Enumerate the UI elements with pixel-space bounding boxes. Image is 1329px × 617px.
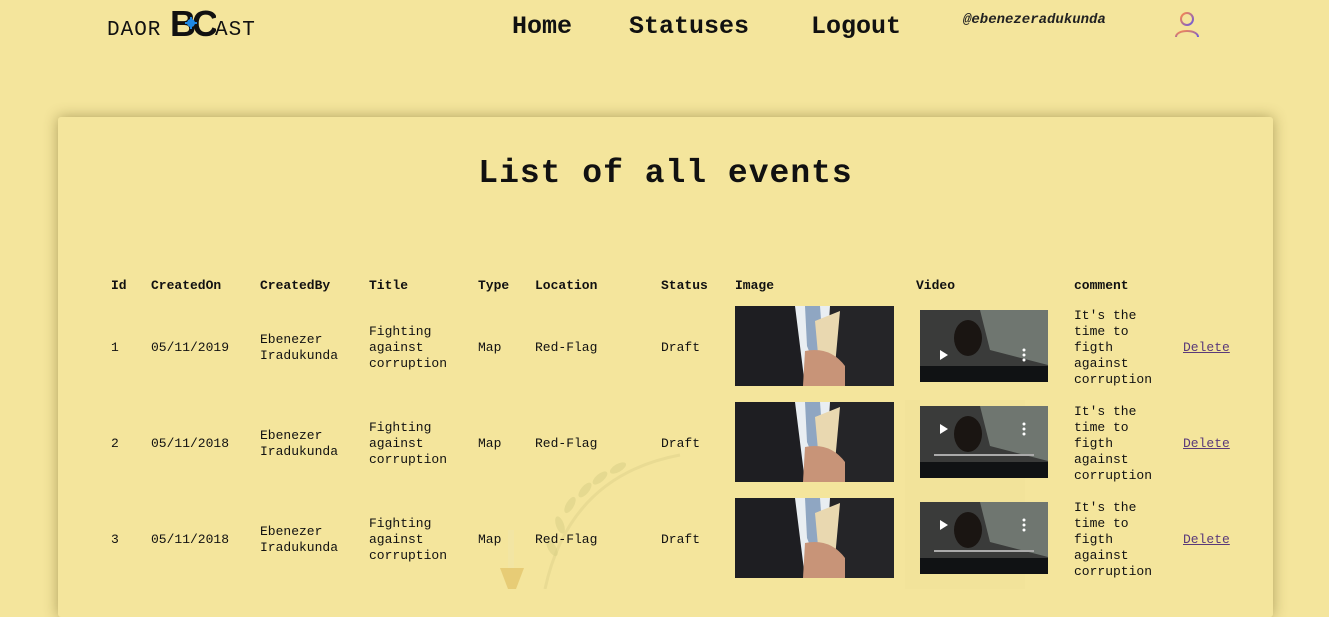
cell-created-by: Ebenezer: [260, 524, 323, 539]
cell-comment: It's the: [1074, 500, 1137, 515]
user-profile-icon[interactable]: [1174, 10, 1200, 38]
page-title: List of all events: [478, 155, 853, 192]
cell-id: 1: [111, 340, 119, 355]
cell-created-on: 05/11/2018: [151, 436, 230, 451]
cell-comment: against: [1074, 548, 1129, 563]
column-header-status: Status: [661, 278, 708, 293]
cell-comment: corruption: [1074, 372, 1153, 387]
column-header-created-by: CreatedBy: [260, 278, 331, 293]
event-video-player[interactable]: [920, 502, 1048, 574]
cell-comment: It's the: [1074, 308, 1137, 323]
cell-created-by: Iradukunda: [260, 540, 339, 555]
cell-status: Draft: [661, 532, 701, 547]
user-handle: @ebenezeradukunda: [963, 12, 1106, 28]
cell-created-on: 05/11/2019: [151, 340, 230, 355]
cell-created-on: 05/11/2018: [151, 532, 230, 547]
cell-title: corruption: [369, 548, 448, 563]
cell-comment: figth: [1074, 436, 1114, 451]
nav-home-link[interactable]: Home: [512, 12, 572, 41]
column-header-location: Location: [535, 278, 598, 293]
nav-statuses-link[interactable]: Statuses: [629, 12, 749, 41]
column-header-type: Type: [478, 278, 510, 293]
cell-comment: It's the: [1074, 404, 1137, 419]
nav-logout-link[interactable]: Logout: [811, 12, 901, 41]
cell-title: Fighting: [369, 324, 432, 339]
column-header-created-on: CreatedOn: [151, 278, 222, 293]
cell-created-by: Iradukunda: [260, 348, 339, 363]
cell-title: Fighting: [369, 516, 432, 531]
cell-type: Map: [478, 532, 502, 547]
cell-created-by: Iradukunda: [260, 444, 339, 459]
cell-comment: time to: [1074, 324, 1129, 339]
cell-location: Red-Flag: [535, 436, 598, 451]
event-image-thumbnail[interactable]: [735, 498, 894, 578]
cell-title: Fighting: [369, 420, 432, 435]
cell-title: against: [369, 436, 424, 451]
cell-id: 3: [111, 532, 119, 547]
cell-status: Draft: [661, 340, 701, 355]
cell-title: corruption: [369, 452, 448, 467]
column-header-image: Image: [735, 278, 775, 293]
brand-mark-icon: BC: [170, 5, 216, 41]
cell-comment: against: [1074, 356, 1129, 371]
column-header-comment: comment: [1074, 278, 1129, 293]
column-header-video: Video: [916, 278, 956, 293]
cell-comment: time to: [1074, 420, 1129, 435]
brand-left-text: DAOR: [107, 19, 162, 42]
cell-created-by: Ebenezer: [260, 332, 323, 347]
event-video-player[interactable]: [920, 406, 1048, 478]
cell-type: Map: [478, 436, 502, 451]
column-header-id: Id: [111, 278, 127, 293]
cell-type: Map: [478, 340, 502, 355]
cell-comment: corruption: [1074, 564, 1153, 579]
delete-link[interactable]: Delete: [1183, 436, 1230, 451]
cell-status: Draft: [661, 436, 701, 451]
event-image-thumbnail[interactable]: [735, 402, 894, 482]
cell-comment: figth: [1074, 340, 1114, 355]
cell-created-by: Ebenezer: [260, 428, 323, 443]
events-card: List of all events Id CreatedOn CreatedB…: [58, 117, 1273, 617]
delete-link[interactable]: Delete: [1183, 532, 1230, 547]
brand-right-text: AST: [215, 19, 256, 42]
cell-location: Red-Flag: [535, 532, 598, 547]
cell-title: against: [369, 340, 424, 355]
cell-comment: figth: [1074, 532, 1114, 547]
delete-link[interactable]: Delete: [1183, 340, 1230, 355]
cell-comment: time to: [1074, 516, 1129, 531]
cell-comment: corruption: [1074, 468, 1153, 483]
cell-comment: against: [1074, 452, 1129, 467]
event-image-thumbnail[interactable]: [735, 306, 894, 386]
column-header-title: Title: [369, 278, 409, 293]
cell-location: Red-Flag: [535, 340, 598, 355]
event-video-player[interactable]: [920, 310, 1048, 382]
cell-id: 2: [111, 436, 119, 451]
cell-title: corruption: [369, 356, 448, 371]
cell-title: against: [369, 532, 424, 547]
